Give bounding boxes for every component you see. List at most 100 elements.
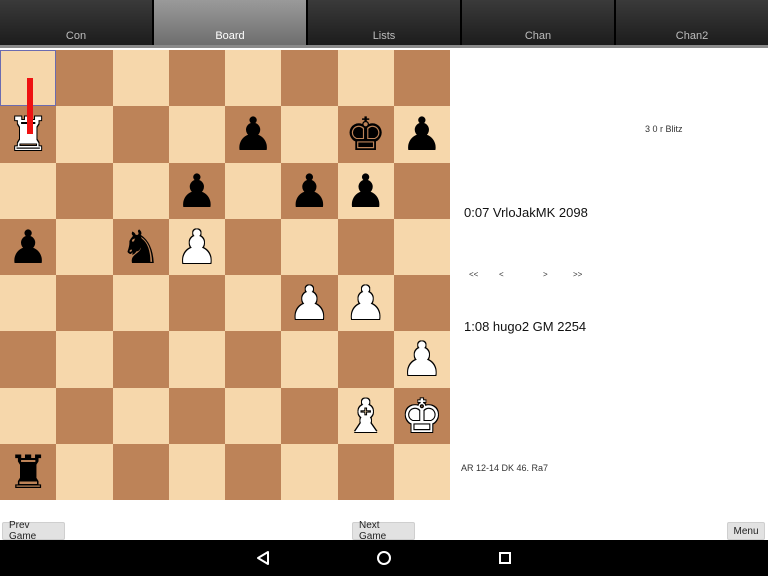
board-square[interactable]: ♟ [168,218,225,275]
board-square[interactable] [56,387,113,444]
board-square[interactable]: ♜ [0,443,57,500]
chess-board[interactable]: ♜ ♟ ♚ ♟ ♟ ♟ ♟ ♟ ♞ ♟ ♟ ♟ ♟ ♝ ♚ ♜ [0,50,450,500]
white-pawn-icon[interactable]: ♟ [176,224,217,270]
tab-chan2[interactable]: Chan2 [616,0,768,45]
board-square[interactable] [393,443,450,500]
board-square[interactable] [393,275,450,332]
next-move-button[interactable]: > [543,270,548,279]
board-square[interactable] [225,387,282,444]
board-square[interactable] [393,218,450,275]
board-square[interactable] [56,443,113,500]
board-square[interactable] [0,162,57,219]
board-square[interactable] [225,162,282,219]
board-square[interactable] [225,218,282,275]
board-square[interactable] [281,218,338,275]
first-move-button[interactable]: << [469,270,478,279]
black-pawn-icon[interactable]: ♟ [233,111,274,157]
board-square[interactable] [281,443,338,500]
board-square[interactable] [112,387,169,444]
recents-icon[interactable] [490,540,520,576]
home-icon[interactable] [369,540,399,576]
black-pawn-icon[interactable]: ♟ [176,168,217,214]
board-square[interactable] [0,275,57,332]
board-square[interactable] [281,106,338,163]
board-square[interactable]: ♟ [393,106,450,163]
board-square[interactable] [281,387,338,444]
board-square[interactable] [337,331,394,388]
board-square[interactable] [56,162,113,219]
board-square[interactable] [225,443,282,500]
board-square[interactable] [168,387,225,444]
board-square[interactable] [112,106,169,163]
board-square[interactable] [393,50,450,107]
board-square[interactable] [281,331,338,388]
tab-bar: Con Board Lists Chan Chan2 [0,0,768,47]
board-square[interactable] [168,331,225,388]
board-square[interactable] [281,50,338,107]
next-game-button[interactable]: Next Game [352,520,415,542]
board-square[interactable] [225,331,282,388]
board-square[interactable] [168,443,225,500]
board-square[interactable]: ♟ [393,331,450,388]
board-square[interactable] [56,275,113,332]
black-pawn-icon[interactable]: ♟ [289,168,330,214]
bottom-player-clock: 1:08 hugo2 GM 2254 [464,319,587,334]
board-square[interactable] [337,443,394,500]
back-icon[interactable] [248,540,278,576]
last-move-button[interactable]: >> [573,270,582,279]
board-square[interactable]: ♟ [168,162,225,219]
game-type: 3 0 r Blitz [645,124,683,134]
board-square[interactable] [393,162,450,219]
white-pawn-icon[interactable]: ♟ [401,336,442,382]
system-nav-bar [0,540,768,576]
board-square[interactable] [225,50,282,107]
board-square[interactable] [337,50,394,107]
board-square[interactable] [168,106,225,163]
board-square[interactable] [112,331,169,388]
board-square[interactable] [112,50,169,107]
board-square[interactable]: ♟ [337,162,394,219]
board-square[interactable]: ♝ [337,387,394,444]
board-square[interactable] [56,106,113,163]
black-pawn-icon[interactable]: ♟ [345,168,386,214]
board-square[interactable]: ♟ [281,162,338,219]
board-square[interactable] [168,275,225,332]
board-square[interactable] [337,218,394,275]
board-square[interactable] [168,50,225,107]
board-square[interactable]: ♟ [225,106,282,163]
tab-lists[interactable]: Lists [308,0,460,45]
board-square[interactable]: ♚ [393,387,450,444]
black-pawn-icon[interactable]: ♟ [401,111,442,157]
tab-chan[interactable]: Chan [462,0,614,45]
board-square[interactable] [56,331,113,388]
board-square[interactable] [225,275,282,332]
tab-indicator-line [0,45,768,48]
white-pawn-icon[interactable]: ♟ [289,280,330,326]
black-rook-icon[interactable]: ♜ [8,449,49,495]
board-square[interactable] [112,162,169,219]
tab-con[interactable]: Con [0,0,152,45]
board-square[interactable] [112,275,169,332]
board-square[interactable]: ♚ [337,106,394,163]
board-square[interactable]: ♟ [0,218,57,275]
board-square[interactable] [112,443,169,500]
board-square[interactable] [56,218,113,275]
black-knight-icon[interactable]: ♞ [120,224,161,270]
white-king-icon[interactable]: ♚ [401,393,442,439]
prev-game-button[interactable]: Prev Game [2,520,65,542]
board-square[interactable]: ♟ [281,275,338,332]
board-square[interactable] [0,387,57,444]
board-square[interactable]: ♞ [112,218,169,275]
board-square[interactable] [0,331,57,388]
tab-board[interactable]: Board [154,0,306,45]
top-player-clock: 0:07 VrloJakMK 2098 [464,205,588,220]
black-pawn-icon[interactable]: ♟ [8,224,49,270]
menu-button[interactable]: Menu [727,522,765,540]
board-square[interactable] [56,50,113,107]
board-square[interactable]: ♟ [337,275,394,332]
white-bishop-icon[interactable]: ♝ [345,393,386,439]
prev-move-button[interactable]: < [499,270,504,279]
white-pawn-icon[interactable]: ♟ [345,280,386,326]
move-arrow [27,78,33,134]
black-king-icon[interactable]: ♚ [345,111,386,157]
